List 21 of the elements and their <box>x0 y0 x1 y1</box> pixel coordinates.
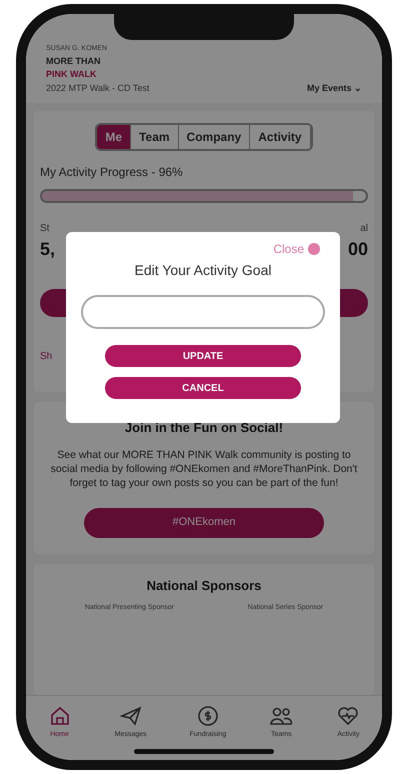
logo-text: PINK WALK <box>46 68 98 81</box>
goal-input-field[interactable] <box>81 295 325 329</box>
cancel-button[interactable]: CANCEL <box>105 377 301 399</box>
close-icon <box>308 243 320 255</box>
modal-title: Edit Your Activity Goal <box>134 261 272 280</box>
event-name: 2022 MTP Walk - CD Test <box>46 82 150 94</box>
stat-label: St <box>40 222 50 236</box>
tab[interactable]: Me <box>97 125 132 149</box>
events-menu[interactable]: My Events ⌄ <box>306 82 362 95</box>
update-button[interactable]: UPDATE <box>105 345 301 367</box>
close-button[interactable]: Close <box>273 240 320 258</box>
stat-label: al <box>360 222 368 236</box>
hashtag-button[interactable]: #ONEkomen <box>84 508 324 538</box>
progress-label: My Activity Progress - 96% <box>40 164 184 181</box>
stat-value: 5, <box>40 238 56 261</box>
social-text: See what our MORE THAN PINK Walk community is posting to social media by following #ONEkomen and #MoreThanPink. Don't forget to tag your own posts so you can be part of the fun! <box>50 448 358 490</box>
dollar-icon <box>196 704 220 728</box>
stat-value: 00 <box>348 238 368 261</box>
logo-text: MORE THAN <box>46 54 102 68</box>
sponsors-title: National Sponsors <box>146 576 262 595</box>
social-title: Join in the Fun on Social! <box>124 419 284 437</box>
